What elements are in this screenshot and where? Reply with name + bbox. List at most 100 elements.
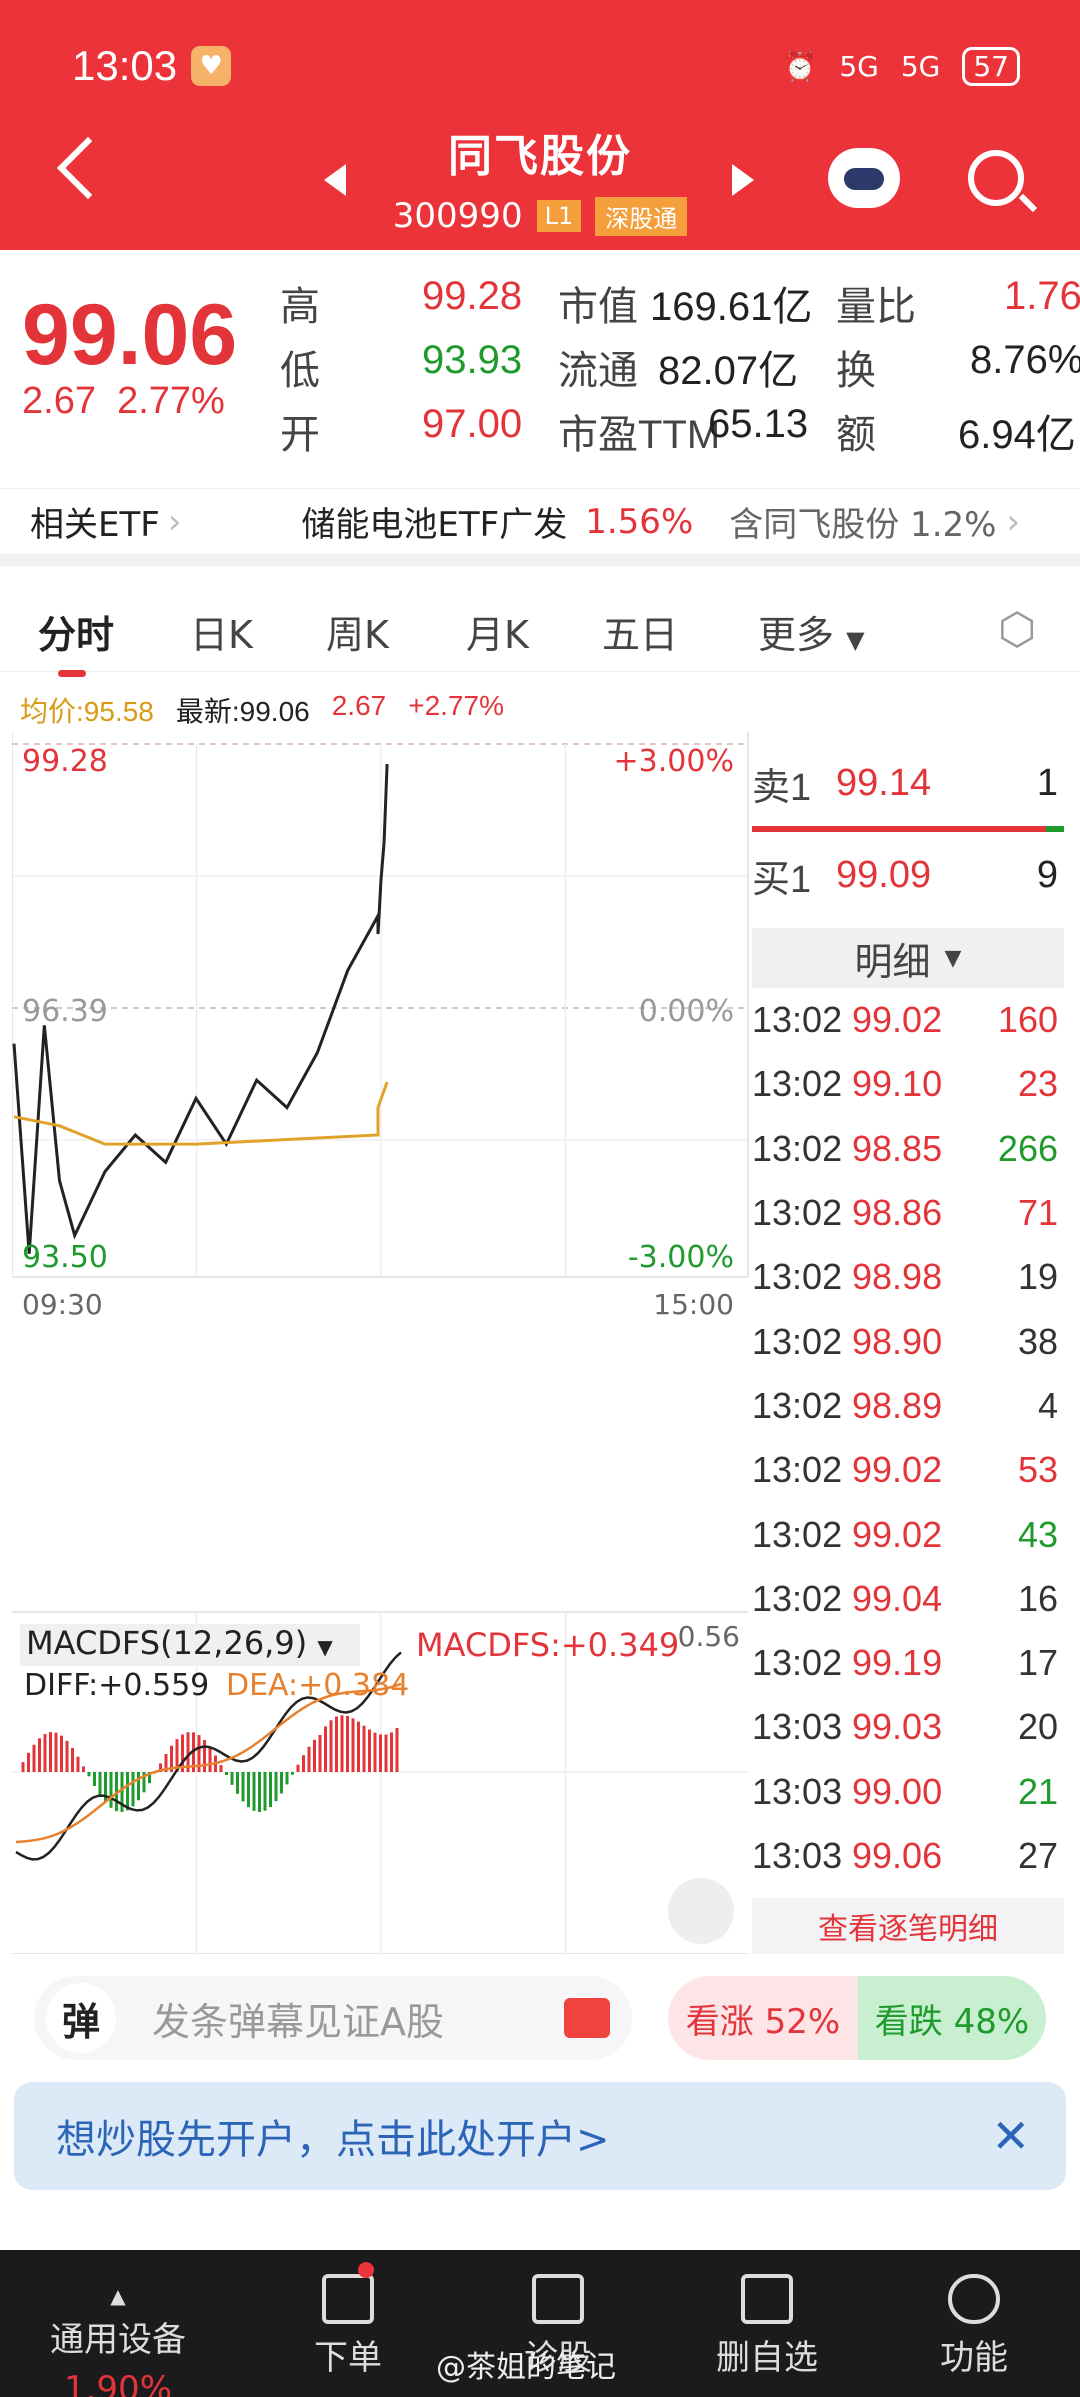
trade-volume: 21 [1017, 1770, 1058, 1812]
trade-time: 13:02 [752, 1449, 843, 1491]
app-header: 13:03 ♥ ⏰ 5G 5G 57 同飞股份 300990 L1 深股通 [0, 0, 1080, 250]
caret-down-icon: ▼ [317, 1635, 333, 1659]
macd-bar [329, 1720, 333, 1772]
detail-header[interactable]: 明细 ▼ [752, 928, 1064, 988]
order-book: 卖1 99.14 1 买1 99.09 9 明细 ▼ 13:02 99.02 160… [752, 740, 1064, 1955]
macd-bar [291, 1772, 294, 1775]
trade-row: 13:02 98.85 266 [752, 1117, 1064, 1181]
trade-row: 13:02 99.02 160 [752, 988, 1064, 1052]
etf-contains: 含同飞股份 1.2% [729, 505, 997, 545]
change-value: 2.67 [22, 380, 96, 422]
tab-five-day[interactable]: 五日 [602, 604, 678, 659]
buy1-row: 买1 99.09 9 [752, 832, 1064, 918]
trade-time: 13:02 [752, 1127, 843, 1169]
bullish-button[interactable]: 看涨 52% [668, 1976, 858, 2060]
trade-row: 13:02 98.89 4 [752, 1374, 1064, 1438]
fullscreen-icon[interactable] [668, 1878, 734, 1944]
trade-volume: 43 [1017, 1513, 1058, 1555]
nav-order[interactable]: 下单 [314, 2274, 382, 2379]
nav-functions[interactable]: 功能 [940, 2274, 1008, 2379]
related-etf-row[interactable]: 相关ETF › 储能电池ETF广发 1.56% 含同飞股份 1.2% › [0, 488, 1080, 566]
macd-bar [263, 1772, 267, 1811]
macd-bar [379, 1734, 382, 1772]
remove-favorite-label: 删自选 [716, 2338, 818, 2378]
trade-row: 13:02 98.98 19 [752, 1245, 1064, 1309]
robot-assistant-icon[interactable] [828, 148, 900, 208]
macd-bar [32, 1744, 36, 1772]
pe-value: 65.13 [708, 402, 809, 446]
amount-value: 6.94亿 [958, 413, 1076, 457]
turnover-label: 换 [836, 349, 876, 393]
etf-name: 储能电池ETF广发 [301, 505, 568, 545]
macd-bar [54, 1732, 58, 1772]
macd-bar [241, 1772, 245, 1802]
trade-volume: 16 [1017, 1577, 1058, 1619]
bullet-placeholder: 发条弹幕见证A股 [152, 1999, 444, 2044]
settings-icon[interactable]: ⬡ [998, 604, 1036, 655]
tab-weekly[interactable]: 周K [326, 604, 389, 659]
sector-name: 通用设备 [50, 2320, 186, 2360]
trade-time: 13:02 [752, 1513, 843, 1555]
next-stock-icon[interactable] [732, 164, 754, 196]
order-icon [322, 2274, 374, 2324]
trade-row: 13:02 98.86 71 [752, 1181, 1064, 1245]
bearish-button[interactable]: 看跌 48% [858, 1976, 1046, 2060]
latest-change: 2.67 [331, 690, 387, 721]
float-value: 82.07亿 [658, 349, 799, 393]
macd-selector[interactable]: MACDFS(12,26,9) ▼ [20, 1624, 360, 1666]
trade-price: 99.02 [852, 1449, 943, 1491]
trade-price: 98.85 [852, 1127, 943, 1169]
tab-monthly[interactable]: 月K [466, 604, 529, 659]
tab-more[interactable]: 更多 ▼ [758, 604, 865, 659]
turnover-value: 8.76% [970, 338, 1080, 382]
start-time-label: 09:30 [22, 1288, 103, 1321]
etf-label: 相关ETF [30, 505, 160, 545]
functions-label: 功能 [940, 2338, 1008, 2378]
remove-favorite-icon [741, 2274, 793, 2324]
stock-code: 300990 [392, 196, 523, 236]
macd-axis-top: 0.56 [677, 1620, 740, 1653]
trade-row: 13:03 99.03 20 [752, 1695, 1064, 1759]
macd-bar [109, 1772, 113, 1808]
avg-price: 均价:95.58 [20, 696, 154, 727]
trade-volume: 4 [1037, 1384, 1058, 1426]
macd-bar [87, 1772, 91, 1777]
mcap-label: 市值 [558, 285, 638, 329]
sell1-price: 99.14 [836, 761, 932, 804]
price-change: 2.67 2.77% [22, 380, 225, 423]
trade-row: 13:02 99.10 23 [752, 1052, 1064, 1116]
search-icon[interactable] [968, 150, 1024, 206]
order-label: 下单 [314, 2338, 382, 2378]
macd-bar [384, 1734, 388, 1772]
macd-bar [285, 1772, 289, 1785]
tab-intraday[interactable]: 分时 [38, 604, 114, 677]
macd-bar [280, 1772, 283, 1794]
trade-price: 99.19 [852, 1642, 943, 1684]
trade-row: 13:02 98.90 38 [752, 1309, 1064, 1373]
macd-bar [368, 1729, 371, 1772]
view-all-trades-button[interactable]: 查看逐笔明细 [752, 1898, 1064, 1955]
trade-price: 99.10 [852, 1063, 943, 1105]
stock-title: 同飞股份 300990 L1 深股通 [0, 120, 1080, 236]
intraday-chart-svg [11, 732, 749, 1955]
macd-bar [302, 1755, 305, 1772]
macd-bar [98, 1772, 102, 1795]
open-account-banner[interactable]: 想炒股先开户，点击此处开户> ✕ [14, 2082, 1066, 2190]
nav-remove-favorite[interactable]: 删自选 [716, 2274, 818, 2379]
gift-icon[interactable] [564, 1998, 610, 2038]
buy1-volume: 9 [1036, 853, 1058, 896]
high-label: 高 [280, 285, 320, 329]
macd-title: MACDFS(12,26,9) [26, 1624, 308, 1662]
close-icon[interactable]: ✕ [991, 2109, 1030, 2163]
intraday-chart[interactable]: 99.28 +3.00% 96.39 0.00% 93.50 -3.00% 09… [11, 732, 750, 1955]
low-label: 低 [280, 349, 320, 393]
high-value: 99.28 [422, 274, 523, 318]
nav-sector[interactable]: ▲ 通用设备 1.90% [50, 2284, 186, 2397]
macd-bar [43, 1734, 47, 1772]
bullet-comment-bar[interactable]: 弹 发条弹幕见证A股 [34, 1976, 632, 2060]
diagnose-icon [532, 2274, 584, 2324]
tab-daily[interactable]: 日K [190, 604, 253, 659]
macd-bar [60, 1735, 63, 1772]
status-bar: 13:03 ♥ ⏰ 5G 5G 57 [72, 38, 1020, 94]
macd-bar [324, 1726, 327, 1772]
